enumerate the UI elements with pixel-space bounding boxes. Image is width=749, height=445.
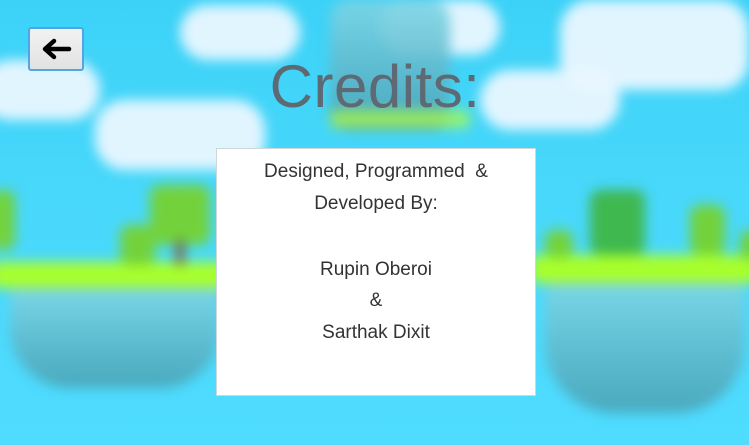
floating-island-right-rock (545, 283, 745, 413)
page-title: Credits: (269, 53, 481, 120)
credits-name-1: Rupin Oberoi (320, 259, 432, 280)
tree-decoration (690, 205, 725, 255)
cloud-decoration (560, 0, 749, 90)
tree-decoration (545, 230, 573, 258)
tree-decoration (740, 230, 749, 260)
credits-heading-line1: Designed, Programmed & (264, 161, 488, 182)
tree-decoration (150, 185, 210, 245)
tree-decoration (0, 190, 15, 250)
floating-island-right (530, 255, 749, 283)
credits-name-2: Sarthak Dixit (322, 322, 430, 343)
floating-island-left-rock (10, 288, 220, 388)
floating-island-left (0, 262, 230, 288)
arrow-left-icon (42, 38, 72, 60)
credits-panel: Designed, Programmed & Developed By: Rup… (216, 148, 536, 396)
back-button[interactable] (28, 27, 84, 71)
tree-decoration (590, 190, 645, 255)
credits-separator: & (369, 290, 383, 311)
tree-trunk-decoration (176, 240, 184, 265)
tree-decoration (120, 225, 155, 265)
credits-heading-line2: Developed By: (314, 193, 438, 214)
